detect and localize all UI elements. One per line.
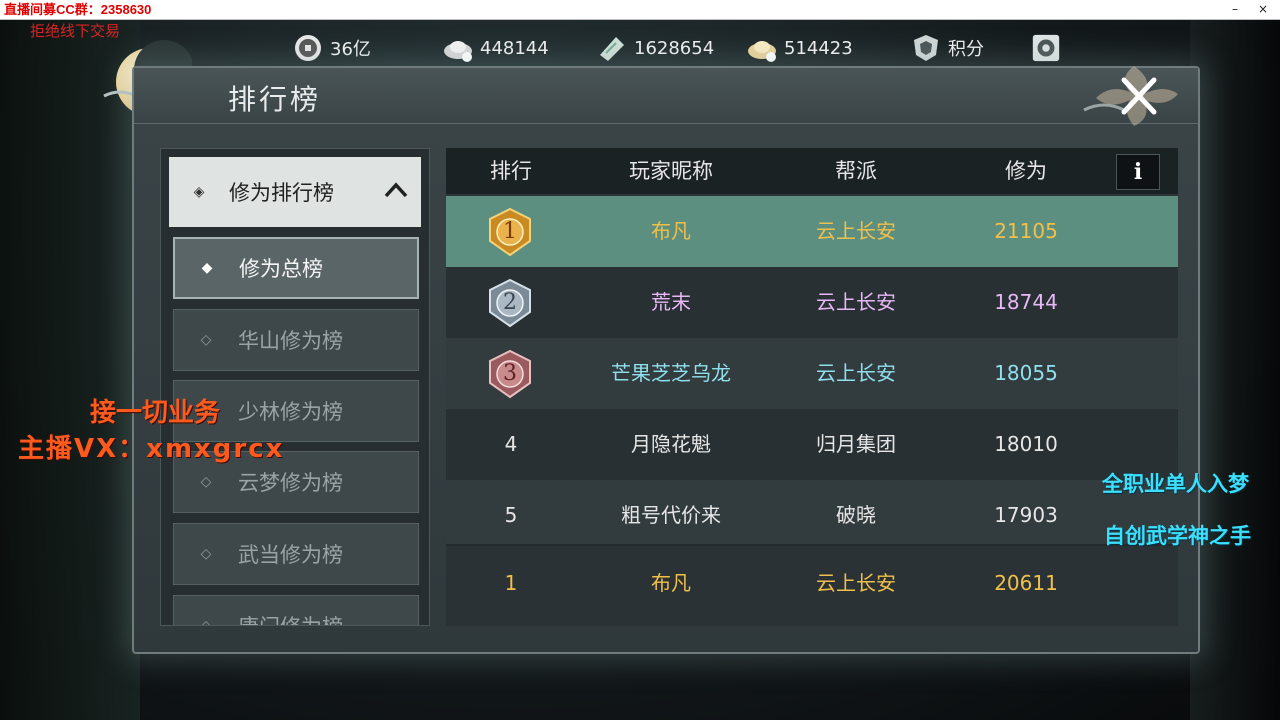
table-header: 排行 玩家昵称 帮派 修为 i xyxy=(446,148,1178,194)
score-value: 18744 xyxy=(994,290,1058,314)
double-diamond-icon: ◈ xyxy=(193,184,205,200)
table-row[interactable]: 1 布凡 云上长安 21105 xyxy=(446,196,1178,267)
currency-copper-value: 36亿 xyxy=(330,39,371,60)
score-value: 17903 xyxy=(994,503,1058,527)
rank-number: 1 xyxy=(504,571,518,595)
diamond-bullet-icon: ◇ xyxy=(200,546,212,562)
chevron-up-icon xyxy=(371,181,421,203)
score-value: 21105 xyxy=(994,219,1058,243)
leaderboard-panel: 排行榜 ◈ 修为排行榜 ◆ 修为总榜 ◇ 华山修为榜 ◇ 少林修为榜 ◇ 云梦修… xyxy=(132,66,1200,654)
currency-bar: 36亿 448144 1628654 514423 积分 xyxy=(280,28,1080,68)
currency-silver-value: 448144 xyxy=(480,37,549,59)
sidebar-item-tangmen[interactable]: ◇ 唐门修为榜 xyxy=(173,595,419,626)
sidebar-item-label: 华山修为榜 xyxy=(238,329,343,353)
sidebar-header-cultivation[interactable]: ◈ 修为排行榜 xyxy=(169,157,421,227)
sidebar-item-label: 唐门修为榜 xyxy=(238,611,343,625)
ranking-table: 排行 玩家昵称 帮派 修为 i 1 布凡 云上长安 21105 2 荒末 云上长… xyxy=(446,148,1178,626)
close-icon[interactable] xyxy=(1074,60,1194,128)
rank-number: 1 xyxy=(503,219,517,244)
guild-name: 归月集团 xyxy=(816,432,896,456)
rank-number: 3 xyxy=(503,361,517,386)
window-title: 直播间募CC群：2358630 xyxy=(4,2,152,17)
sidebar-item-total[interactable]: ◆ 修为总榜 xyxy=(173,237,419,299)
overlay-right-line2: 自创武学神之手 xyxy=(1104,524,1251,548)
overlay-contact: 主播VX：xmxgrcx xyxy=(18,434,285,464)
currency-points-label: 积分 xyxy=(948,39,984,60)
category-sidebar: ◈ 修为排行榜 ◆ 修为总榜 ◇ 华山修为榜 ◇ 少林修为榜 ◇ 云梦修为榜 ◇… xyxy=(160,148,430,626)
player-name: 布凡 xyxy=(651,219,691,243)
currency-copper: 36亿 xyxy=(292,28,371,68)
header-guild: 帮派 xyxy=(835,159,877,183)
table-row[interactable]: 4 月隐花魁 归月集团 18010 xyxy=(446,409,1178,480)
sidebar-item-label: 修为总榜 xyxy=(239,257,323,281)
currency-gold-value: 514423 xyxy=(784,37,853,59)
currency-gold: 514423 xyxy=(746,28,853,68)
score-value: 18055 xyxy=(994,361,1058,385)
silver-ingot-icon xyxy=(442,32,474,64)
player-name: 月隐花魁 xyxy=(631,432,711,456)
panel-header: 排行榜 xyxy=(134,66,1198,126)
header-player: 玩家昵称 xyxy=(629,159,713,183)
self-rank-row: 1 布凡 云上长安 20611 xyxy=(446,544,1178,626)
window-titlebar: 直播间募CC群：2358630 – × xyxy=(0,0,1280,20)
guild-name: 云上长安 xyxy=(816,571,896,595)
guild-name: 云上长安 xyxy=(816,290,896,314)
table-row[interactable]: 3 芒果芝芝乌龙 云上长安 18055 xyxy=(446,338,1178,409)
settings-gear-icon xyxy=(1030,32,1062,64)
copper-coin-icon xyxy=(292,32,324,64)
rank-number: 2 xyxy=(503,290,517,315)
close-window-button[interactable]: × xyxy=(1250,0,1276,19)
guild-name: 云上长安 xyxy=(816,219,896,243)
player-name: 粗号代价来 xyxy=(621,503,721,527)
sidebar-item-label: 少林修为榜 xyxy=(238,400,343,424)
jade-ticket-icon xyxy=(596,32,628,64)
gold-ingot-icon xyxy=(746,32,778,64)
minimize-button[interactable]: – xyxy=(1222,0,1248,19)
score-value: 20611 xyxy=(994,571,1058,595)
panel-title: 排行榜 xyxy=(228,83,322,116)
sidebar-item-label: 武当修为榜 xyxy=(238,543,343,567)
currency-points[interactable]: 积分 xyxy=(910,28,984,68)
guild-name: 破晓 xyxy=(836,503,876,527)
settings-button[interactable] xyxy=(1030,28,1068,68)
currency-silver: 448144 xyxy=(442,28,549,68)
guild-name: 云上长安 xyxy=(816,361,896,385)
shield-points-icon xyxy=(910,32,942,64)
header-rank: 排行 xyxy=(490,159,532,183)
sidebar-item-label: 云梦修为榜 xyxy=(238,471,343,495)
overlay-business: 接一切业务 xyxy=(90,398,221,428)
table-row[interactable]: 2 荒末 云上长安 18744 xyxy=(446,267,1178,338)
diamond-bullet-icon: ◇ xyxy=(200,474,212,490)
score-value: 18010 xyxy=(994,432,1058,456)
player-name: 布凡 xyxy=(651,571,691,595)
diamond-bullet-icon: ◇ xyxy=(200,618,212,626)
background-trees-right xyxy=(1190,20,1280,720)
player-name: 芒果芝芝乌龙 xyxy=(611,361,731,385)
rank-number: 5 xyxy=(504,503,518,527)
sidebar-header-label: 修为排行榜 xyxy=(229,181,334,205)
sidebar-item-wudang[interactable]: ◇ 武当修为榜 xyxy=(173,523,419,585)
overlay-right-line1: 全职业单人入梦 xyxy=(1102,472,1249,496)
player-name: 荒末 xyxy=(651,290,691,314)
rank-number: 4 xyxy=(504,432,518,456)
header-score: 修为 xyxy=(1005,159,1047,183)
table-row[interactable]: 5 粗号代价来 破晓 17903 xyxy=(446,480,1178,551)
diamond-bullet-icon: ◆ xyxy=(201,260,213,276)
currency-jade: 1628654 xyxy=(596,28,714,68)
sidebar-item-huashan[interactable]: ◇ 华山修为榜 xyxy=(173,309,419,371)
background-trees-left xyxy=(0,20,140,720)
diamond-bullet-icon: ◇ xyxy=(200,332,212,348)
currency-jade-value: 1628654 xyxy=(634,37,715,59)
info-button[interactable]: i xyxy=(1116,154,1160,190)
